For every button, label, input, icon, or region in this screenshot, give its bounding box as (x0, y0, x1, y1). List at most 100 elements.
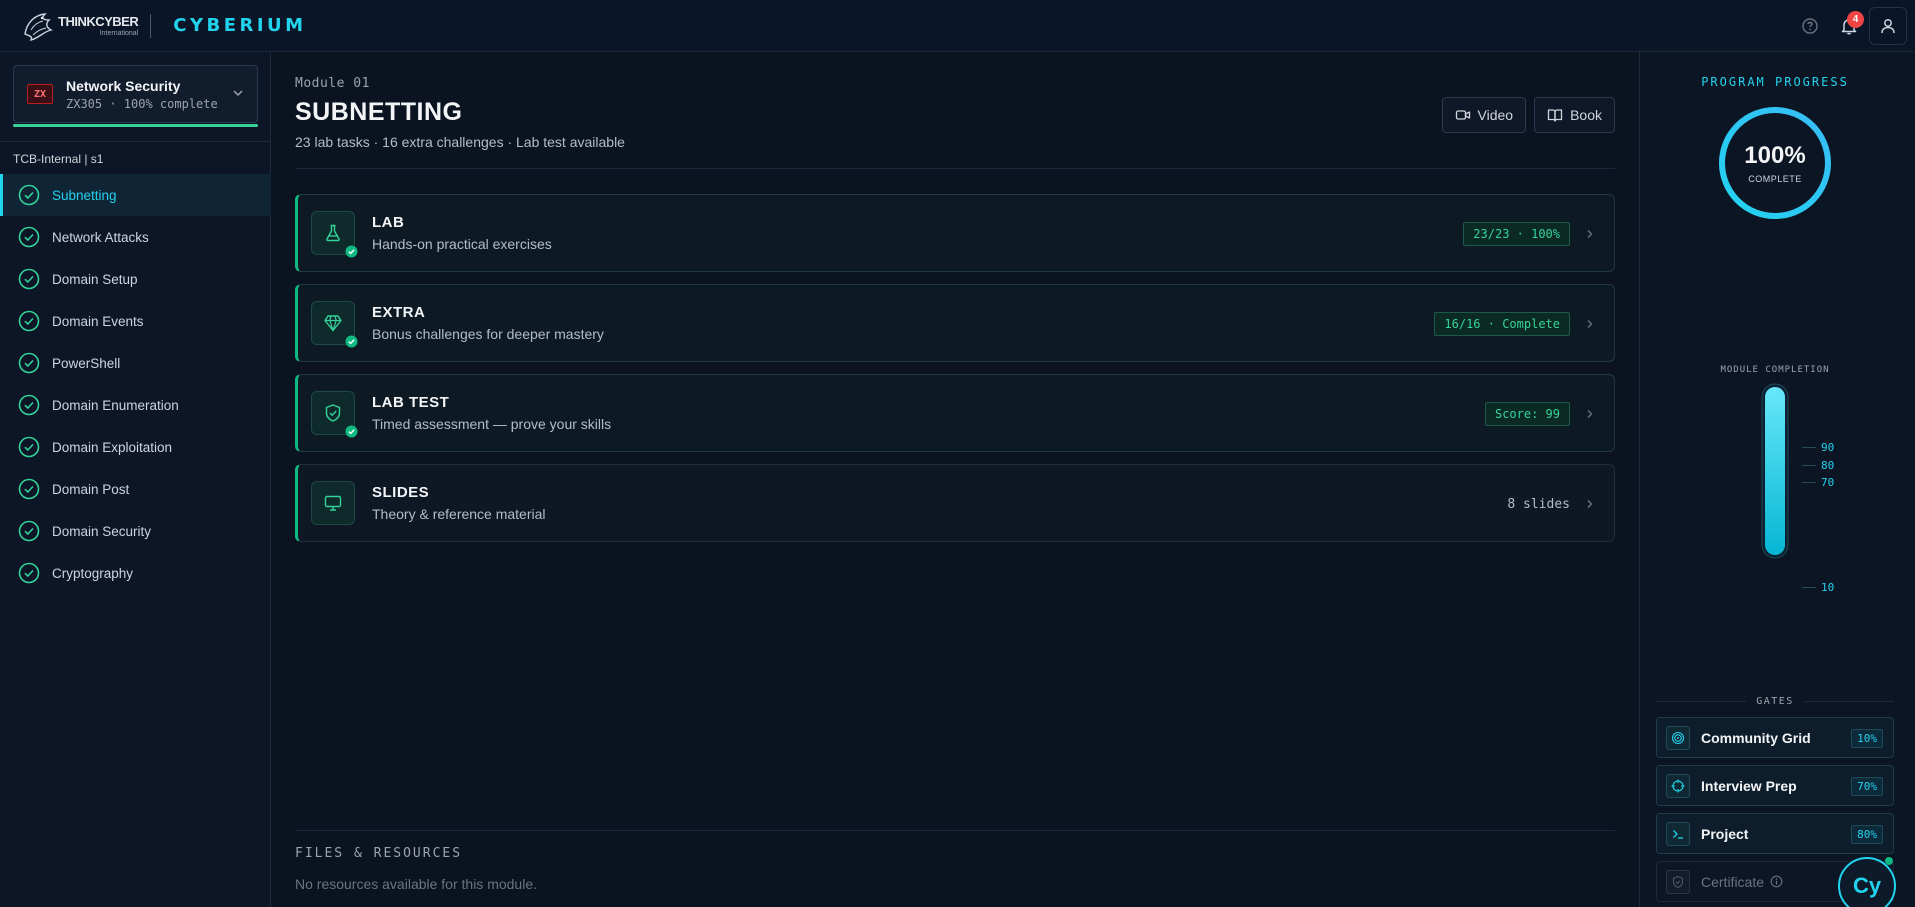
org-label: TCB-Internal | s1 (13, 152, 104, 166)
course-subtitle: ZX305 · 100% complete (66, 96, 218, 111)
check-circle-icon (18, 226, 40, 248)
module-completion-title: MODULE COMPLETION (1720, 365, 1830, 375)
gate-percent: 80% (1851, 825, 1883, 844)
sidebar-item-domain-enumeration[interactable]: Domain Enumeration (0, 384, 271, 426)
user-icon (1881, 19, 1895, 34)
shield-check-icon (311, 391, 358, 438)
help-icon[interactable] (1791, 7, 1829, 45)
video-button-label: Video (1477, 107, 1514, 123)
terminal-icon (1666, 821, 1690, 846)
lab-test-card[interactable]: LAB TEST Timed assessment — prove your s… (295, 374, 1615, 452)
check-circle-icon (18, 436, 40, 458)
user-menu-button[interactable] (1869, 7, 1907, 45)
module-label: Module 01 (295, 76, 370, 91)
slides-count: 8 slides (1507, 496, 1570, 512)
top-bar: THINKCYBER International CYBERIUM 4 (0, 0, 1915, 52)
book-open-icon (1547, 109, 1563, 122)
book-button[interactable]: Book (1534, 97, 1615, 133)
brand-divider (150, 13, 152, 38)
chevron-down-icon (233, 90, 243, 97)
sidebar: ZX Network Security ZX305 · 100% complet… (0, 52, 271, 907)
page-title: SUBNETTING (295, 98, 463, 126)
sidebar-item-domain-exploitation[interactable]: Domain Exploitation (0, 426, 271, 468)
sidebar-item-label: Subnetting (52, 187, 117, 203)
files-empty-message: No resources available for this module. (295, 876, 538, 892)
slides-card[interactable]: SLIDES Theory & reference material 8 sli… (295, 464, 1615, 542)
files-divider (295, 830, 1615, 831)
assistant-label: Cy (1852, 873, 1882, 898)
brand[interactable]: THINKCYBER International CYBERIUM (20, 0, 307, 52)
gate-name: Interview Prep (1701, 777, 1797, 794)
gate-name: Certificate (1701, 873, 1765, 890)
sidebar-divider (0, 141, 271, 142)
target-icon (1666, 773, 1690, 798)
status-badge: 16/16 · Complete (1434, 312, 1570, 336)
chevron-right-icon (1587, 230, 1593, 238)
check-badge-icon (345, 425, 358, 438)
card-description: Bonus challenges for deeper mastery (372, 326, 604, 342)
sidebar-item-cryptography[interactable]: Cryptography (0, 552, 271, 594)
check-circle-icon (18, 478, 40, 500)
status-badge: 23/23 · 100% (1463, 222, 1570, 246)
info-icon[interactable] (1770, 875, 1783, 888)
progress-value: 100% (1744, 142, 1806, 169)
brand-sub: International (99, 29, 139, 37)
monitor-icon (311, 481, 355, 525)
sidebar-item-powershell[interactable]: PowerShell (0, 342, 271, 384)
sidebar-item-domain-events[interactable]: Domain Events (0, 300, 271, 342)
sidebar-item-subnetting[interactable]: Subnetting (0, 174, 271, 216)
video-icon (1455, 110, 1470, 120)
module-nav: Subnetting Network Attacks Domain Setup … (0, 174, 271, 594)
check-badge-icon (345, 245, 358, 258)
check-circle-icon (18, 310, 40, 332)
files-title: FILES & RESOURCES (295, 846, 463, 861)
brand-name: THINKCYBER (58, 13, 139, 29)
product-name: CYBERIUM (173, 15, 307, 36)
chevron-right-icon (1587, 410, 1593, 418)
main-content: Module 01 SUBNETTING 23 lab tasks · 16 e… (272, 52, 1638, 907)
course-selector[interactable]: ZX Network Security ZX305 · 100% complet… (13, 65, 258, 123)
gate-name: Project (1701, 825, 1749, 842)
progress-panel: PROGRAM PROGRESS 100% COMPLETE MODULE CO… (1639, 52, 1915, 907)
sidebar-item-domain-security[interactable]: Domain Security (0, 510, 271, 552)
online-indicator (1885, 857, 1893, 865)
sidebar-item-label: Domain Security (52, 523, 152, 539)
check-circle-icon (18, 520, 40, 542)
lab-card[interactable]: LAB Hands-on practical exercises 23/23 ·… (295, 194, 1615, 272)
sidebar-item-domain-post[interactable]: Domain Post (0, 468, 271, 510)
check-badge-icon (345, 335, 358, 348)
card-description: Timed assessment — prove your skills (372, 416, 612, 432)
book-button-label: Book (1570, 107, 1602, 123)
sidebar-item-label: Domain Setup (52, 271, 138, 287)
shield-icon (1666, 869, 1690, 894)
gates-title: GATES (1756, 696, 1794, 707)
video-button[interactable]: Video (1441, 97, 1527, 133)
check-circle-icon (18, 352, 40, 374)
gate-project[interactable]: Project 80% (1656, 813, 1894, 854)
program-progress-title: PROGRAM PROGRESS (1701, 75, 1849, 89)
gate-name: Community Grid (1701, 729, 1811, 746)
check-circle-icon (18, 562, 40, 584)
course-progress-bar (13, 124, 258, 127)
chevron-right-icon (1587, 500, 1593, 508)
chevron-right-icon (1587, 320, 1593, 328)
sidebar-item-domain-setup[interactable]: Domain Setup (0, 258, 271, 300)
gauge-tick: 90 (1802, 441, 1834, 454)
sidebar-item-label: Cryptography (52, 565, 134, 581)
gauge-tick: 70 (1802, 476, 1834, 489)
card-description: Hands-on practical exercises (372, 236, 552, 252)
thinkcyber-logo-icon (20, 9, 56, 43)
gauge-tick: 10 (1802, 581, 1834, 594)
gate-interview-prep[interactable]: Interview Prep 70% (1656, 765, 1894, 806)
gauge-tick: 80 (1802, 459, 1834, 472)
sidebar-item-network-attacks[interactable]: Network Attacks (0, 216, 271, 258)
gate-percent: 70% (1851, 777, 1883, 796)
card-title: LAB TEST (372, 394, 450, 411)
extra-card[interactable]: EXTRA Bonus challenges for deeper master… (295, 284, 1615, 362)
status-badge: Score: 99 (1484, 402, 1570, 426)
gate-percent: 10% (1851, 729, 1883, 748)
check-circle-icon (18, 184, 40, 206)
course-badge: ZX (27, 84, 53, 104)
gate-community-grid[interactable]: Community Grid 10% (1656, 717, 1894, 758)
notifications-button[interactable]: 4 (1830, 7, 1868, 45)
